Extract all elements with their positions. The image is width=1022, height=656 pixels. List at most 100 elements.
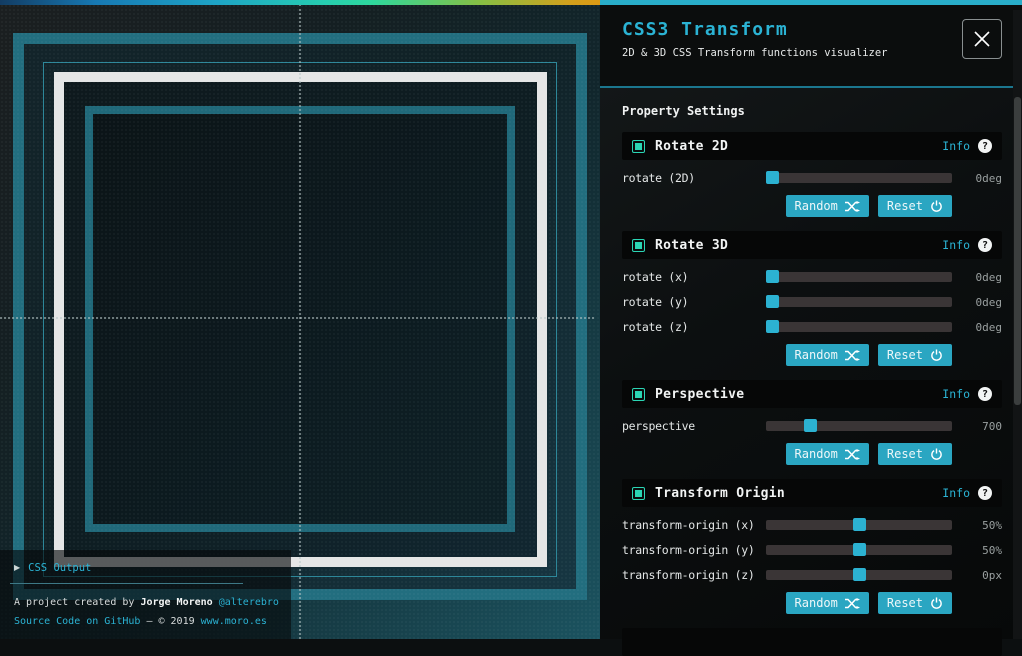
section-title: Rotate 3D: [655, 238, 728, 253]
panel-scrollbar-thumb[interactable]: [1014, 97, 1021, 405]
section-enabled-checkbox[interactable]: [632, 239, 645, 252]
section-rotate-3d: Rotate 3D Info ? rotate (x) 0deg rotate …: [622, 231, 1002, 366]
slider-row: rotate (z) 0deg: [622, 320, 1002, 334]
settings-panel: CSS3 Transform 2D & 3D CSS Transform fun…: [600, 0, 1022, 639]
panel-header: CSS3 Transform 2D & 3D CSS Transform fun…: [600, 5, 1022, 88]
slider-track[interactable]: [766, 545, 952, 555]
section-title: Perspective: [655, 387, 744, 402]
slider-value: 0deg: [952, 271, 1002, 284]
css-output-divider: [10, 583, 243, 584]
collapse-arrow-icon: ▶: [14, 564, 20, 572]
section-enabled-checkbox[interactable]: [632, 487, 645, 500]
power-icon: [930, 448, 943, 461]
slider-handle[interactable]: [804, 419, 817, 432]
checkbox-checked-icon: [635, 391, 642, 398]
random-label: Random: [795, 199, 838, 213]
random-button[interactable]: Random: [786, 592, 869, 614]
slider-handle[interactable]: [766, 295, 779, 308]
slider-row: perspective 700: [622, 419, 1002, 433]
slider-row: transform-origin (x) 50%: [622, 518, 1002, 532]
checkbox-checked-icon: [635, 143, 642, 150]
info-link[interactable]: Info: [942, 486, 970, 500]
next-section-header: [622, 628, 1002, 656]
power-icon: [930, 200, 943, 213]
help-icon[interactable]: ?: [978, 387, 992, 401]
website-link[interactable]: www.moro.es: [201, 616, 267, 627]
random-label: Random: [795, 447, 838, 461]
random-button[interactable]: Random: [786, 443, 869, 465]
slider-label: rotate (x): [622, 270, 766, 284]
random-label: Random: [795, 596, 838, 610]
help-icon[interactable]: ?: [978, 486, 992, 500]
slider-label: rotate (2D): [622, 171, 766, 185]
credits-prefix: A project created by: [14, 597, 140, 608]
slider-label: rotate (z): [622, 320, 766, 334]
source-code-link[interactable]: Source Code on GitHub: [14, 616, 140, 627]
slider-handle[interactable]: [766, 171, 779, 184]
slider-value: 0deg: [952, 172, 1002, 185]
section-enabled-checkbox[interactable]: [632, 388, 645, 401]
panel-body: Property Settings Rotate 2D Info ? rotat…: [600, 88, 1022, 656]
slider-value: 50%: [952, 519, 1002, 532]
reset-button[interactable]: Reset: [878, 592, 952, 614]
power-icon: [930, 597, 943, 610]
slider-value: 0deg: [952, 296, 1002, 309]
slider-handle[interactable]: [766, 270, 779, 283]
reset-label: Reset: [887, 199, 923, 213]
slider-row: transform-origin (z) 0px: [622, 568, 1002, 582]
slider-label: transform-origin (z): [622, 568, 766, 582]
section-actions: Random Reset: [622, 195, 952, 217]
origin-crosshair-horizontal: [0, 317, 594, 319]
random-button[interactable]: Random: [786, 195, 869, 217]
section-header: Transform Origin Info ?: [622, 479, 1002, 507]
slider-track[interactable]: [766, 173, 952, 183]
checkbox-checked-icon: [635, 490, 642, 497]
section-title: Rotate 2D: [655, 139, 728, 154]
top-gradient-bar: [0, 0, 600, 5]
css-output-toggle[interactable]: ▶ CSS Output: [14, 562, 291, 574]
close-icon: [972, 29, 992, 49]
random-label: Random: [795, 348, 838, 362]
section-header: Rotate 3D Info ?: [622, 231, 1002, 259]
credits-line-2: Source Code on GitHub — © 2019 www.moro.…: [14, 612, 291, 631]
slider-track[interactable]: [766, 322, 952, 332]
random-button[interactable]: Random: [786, 344, 869, 366]
slider-row: rotate (y) 0deg: [622, 295, 1002, 309]
slider-track[interactable]: [766, 520, 952, 530]
author-handle-link[interactable]: @alterebro: [219, 597, 279, 608]
help-icon[interactable]: ?: [978, 139, 992, 153]
section-title: Transform Origin: [655, 486, 785, 501]
slider-handle[interactable]: [853, 518, 866, 531]
panel-scrollbar-track[interactable]: [1013, 10, 1022, 639]
info-link[interactable]: Info: [942, 238, 970, 252]
section-transform-origin: Transform Origin Info ? transform-origin…: [622, 479, 1002, 614]
checkbox-checked-icon: [635, 242, 642, 249]
slider-handle[interactable]: [853, 543, 866, 556]
section-actions: Random Reset: [622, 443, 952, 465]
info-link[interactable]: Info: [942, 139, 970, 153]
slider-track[interactable]: [766, 272, 952, 282]
close-button[interactable]: [962, 19, 1002, 59]
css-output-panel: ▶ CSS Output A project created by Jorge …: [0, 550, 291, 639]
reset-label: Reset: [887, 596, 923, 610]
reset-button[interactable]: Reset: [878, 344, 952, 366]
slider-track[interactable]: [766, 297, 952, 307]
info-link[interactable]: Info: [942, 387, 970, 401]
section-actions: Random Reset: [622, 592, 952, 614]
section-rotate-2d: Rotate 2D Info ? rotate (2D) 0deg Random…: [622, 132, 1002, 217]
reset-button[interactable]: Reset: [878, 195, 952, 217]
slider-label: rotate (y): [622, 295, 766, 309]
shuffle-icon: [845, 598, 860, 609]
css-output-label: CSS Output: [28, 562, 91, 574]
slider-track[interactable]: [766, 421, 952, 431]
help-icon[interactable]: ?: [978, 238, 992, 252]
slider-track[interactable]: [766, 570, 952, 580]
section-enabled-checkbox[interactable]: [632, 140, 645, 153]
credits-author: Jorge Moreno: [140, 597, 212, 608]
slider-handle[interactable]: [853, 568, 866, 581]
slider-handle[interactable]: [766, 320, 779, 333]
power-icon: [930, 349, 943, 362]
reset-label: Reset: [887, 447, 923, 461]
section-header: Perspective Info ?: [622, 380, 1002, 408]
reset-button[interactable]: Reset: [878, 443, 952, 465]
